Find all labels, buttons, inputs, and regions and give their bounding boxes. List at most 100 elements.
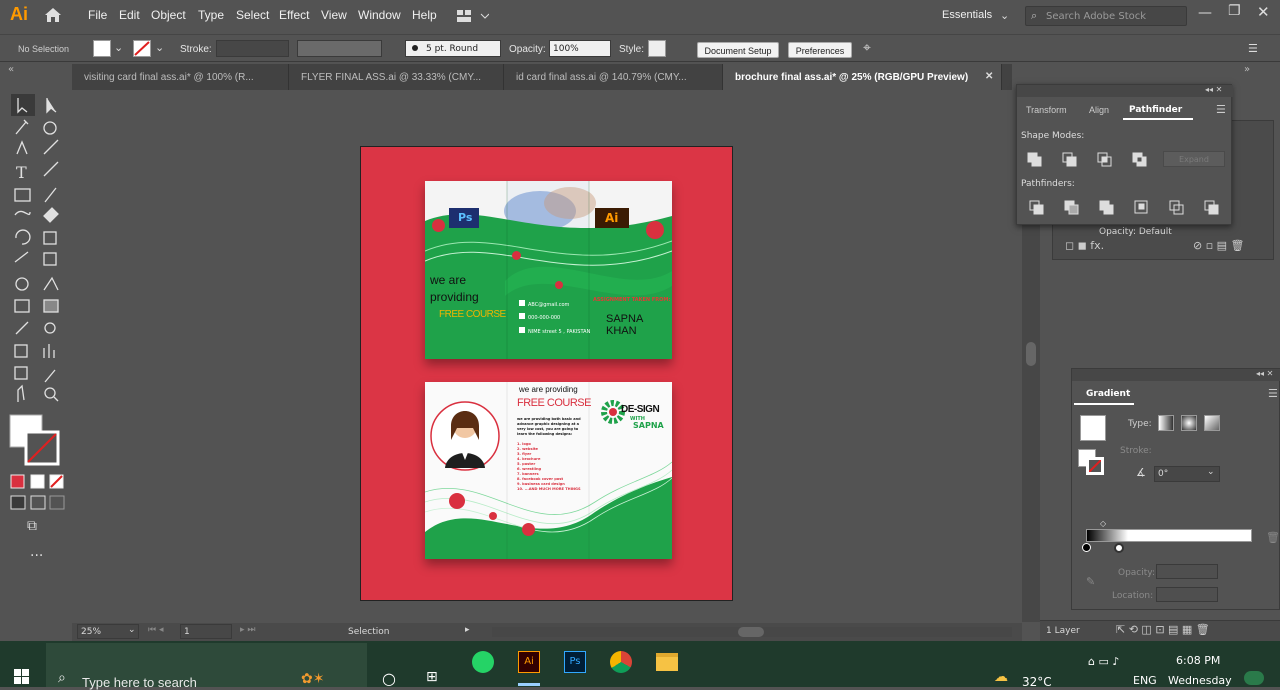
panel-collapse-icon[interactable]: ◂◂ ✕ xyxy=(1256,369,1273,378)
chevron-down-icon[interactable]: ⌄ xyxy=(1000,9,1009,22)
linear-gradient-button[interactable] xyxy=(1158,415,1174,431)
arrange-documents-icon[interactable] xyxy=(457,9,490,23)
tab-visiting-card[interactable]: visiting card final ass.ai* @ 100% (R... xyxy=(72,64,289,90)
more-tools-icon[interactable]: ··· xyxy=(30,548,43,564)
menu-window[interactable]: Window xyxy=(358,8,401,22)
chevron-down-icon[interactable]: ⌄ xyxy=(155,41,164,54)
whatsapp-icon[interactable] xyxy=(472,651,494,673)
tray-icons[interactable]: ⌂ ▭ ♪ xyxy=(1088,655,1119,668)
delete-stop-icon[interactable]: 🗑 xyxy=(1266,531,1280,544)
panel-titlebar[interactable] xyxy=(1072,369,1280,381)
menu-object[interactable]: Object xyxy=(151,8,186,22)
gradient-midpoint[interactable]: ◇ xyxy=(1100,519,1106,528)
contact-address: NIME street 5 , PAKISTAN xyxy=(528,329,591,335)
eyedropper-icon[interactable]: ✎ xyxy=(1086,575,1095,588)
task-view-icon[interactable]: ○ xyxy=(382,669,396,688)
menu-type[interactable]: Type xyxy=(198,8,224,22)
first-artboard-icon[interactable]: ⏮ ◂ xyxy=(148,625,163,635)
artboard[interactable]: Ps Ai we are providing FREE COURSE ABC@g… xyxy=(360,146,733,601)
chevron-down-icon[interactable]: ⌄ xyxy=(114,41,123,54)
stroke-swatch[interactable] xyxy=(133,40,151,57)
menu-select[interactable]: Select xyxy=(236,8,269,22)
gradient-slider[interactable] xyxy=(1086,529,1252,542)
home-icon[interactable] xyxy=(44,7,62,23)
panel-titlebar[interactable] xyxy=(1017,85,1233,97)
radial-gradient-button[interactable] xyxy=(1181,415,1197,431)
close-button[interactable]: ✕ xyxy=(1257,3,1270,21)
illustrator-taskbar-icon[interactable]: Ai xyxy=(518,651,540,673)
language-indicator[interactable]: ENG xyxy=(1133,674,1157,687)
gradient-stop-black[interactable] xyxy=(1082,543,1091,552)
clear-appearance-icon[interactable]: ⊘ ▫ ▤ 🗑 xyxy=(1193,239,1245,252)
variable-width-profile[interactable] xyxy=(297,40,382,57)
maximize-button[interactable]: ❐ xyxy=(1228,3,1241,19)
stroke-weight-stepper[interactable] xyxy=(216,40,289,57)
close-tab-icon[interactable]: ✕ xyxy=(985,71,993,82)
menu-edit[interactable]: Edit xyxy=(119,8,140,22)
scroll-thumb[interactable] xyxy=(1026,342,1036,366)
menu-view[interactable]: View xyxy=(321,8,347,22)
tab-align[interactable]: Align xyxy=(1089,105,1109,115)
stroke-none-swatch[interactable] xyxy=(1086,457,1104,475)
shape-mode-icons[interactable] xyxy=(1027,151,1157,167)
brochure-front[interactable]: Ps Ai we are providing FREE COURSE ABC@g… xyxy=(425,181,672,359)
scroll-thumb[interactable] xyxy=(738,627,764,637)
transform-icon[interactable]: ⌖ xyxy=(863,40,871,56)
horizontal-scrollbar[interactable] xyxy=(492,627,1012,637)
chrome-icon[interactable] xyxy=(610,651,632,673)
fill-swatch[interactable] xyxy=(93,40,111,57)
zoom-select[interactable]: 25% ⌄ xyxy=(77,624,139,639)
panel-menu-icon[interactable]: ☰ xyxy=(1216,103,1226,116)
dock-collapse-icon[interactable]: » xyxy=(1244,64,1250,75)
expand-button[interactable]: Expand xyxy=(1163,151,1225,167)
shape-modes-label: Shape Modes: xyxy=(1021,131,1085,141)
menu-effect[interactable]: Effect xyxy=(279,8,309,22)
minimize-button[interactable]: — xyxy=(1198,5,1212,21)
opacity-input[interactable]: 100% xyxy=(549,40,611,57)
workspace-switcher[interactable]: Essentials xyxy=(942,9,992,21)
stop-location-input[interactable] xyxy=(1156,587,1218,602)
clock-day[interactable]: Wednesday xyxy=(1168,674,1232,687)
angle-input[interactable]: 0° ⌄ xyxy=(1154,466,1220,482)
gradient-stop-white[interactable] xyxy=(1114,543,1124,553)
tab-label: id card final ass.ai @ 140.79% (CMY... xyxy=(516,72,687,83)
preferences-button[interactable]: Preferences xyxy=(788,42,852,58)
next-artboard-icon[interactable]: ▸ ⏭ xyxy=(240,625,255,635)
screen-mode-icon[interactable]: ⧉ xyxy=(27,518,37,534)
freeform-gradient-button[interactable] xyxy=(1204,415,1220,431)
clock-time[interactable]: 6:08 PM xyxy=(1176,654,1220,667)
widgets-icon[interactable]: ⊞ xyxy=(426,669,438,685)
graphic-style-swatch[interactable] xyxy=(648,40,666,57)
layer-action-icons[interactable]: ⇱ ⟲ ◫ ⊡ ▤ ▦ 🗑 xyxy=(1116,623,1210,636)
artboard-number-select[interactable]: 1 xyxy=(180,624,232,639)
tab-brochure[interactable]: brochure final ass.ai* @ 25% (RGB/GPU Pr… xyxy=(723,64,1002,90)
tab-transform[interactable]: Transform xyxy=(1026,105,1067,115)
gradient-preview-swatch[interactable] xyxy=(1080,415,1106,441)
collapse-toolbar-icon[interactable]: « xyxy=(8,64,14,75)
pathfinder-icons[interactable] xyxy=(1029,199,1224,215)
file-explorer-icon[interactable] xyxy=(656,653,678,671)
stroke-label: Stroke: xyxy=(180,44,212,55)
tab-flyer[interactable]: FLYER FINAL ASS.ai @ 33.33% (CMY... xyxy=(289,64,504,90)
windows-start-icon[interactable] xyxy=(14,669,30,688)
appearance-footer-icons[interactable]: ◻ ◼ fx. xyxy=(1065,239,1104,252)
document-setup-button[interactable]: Document Setup xyxy=(697,42,779,58)
stop-opacity-input[interactable] xyxy=(1156,564,1218,579)
panel-menu-icon[interactable]: ☰ xyxy=(1248,42,1258,55)
stock-search-input[interactable]: ⌕ Search Adobe Stock xyxy=(1025,6,1187,26)
brush-definition[interactable]: 5 pt. Round xyxy=(405,40,501,57)
menu-help[interactable]: Help xyxy=(412,8,437,22)
panel-menu-icon[interactable]: ☰ xyxy=(1268,387,1278,400)
status-menu-icon[interactable]: ▸ xyxy=(465,625,470,635)
menu-file[interactable]: File xyxy=(88,8,107,22)
tab-gradient[interactable]: Gradient xyxy=(1074,383,1134,405)
tab-pathfinder[interactable]: Pathfinder xyxy=(1123,98,1193,120)
tab-id-card[interactable]: id card final ass.ai @ 140.79% (CMY... xyxy=(504,64,723,90)
notification-icon[interactable] xyxy=(1244,671,1264,685)
panel-collapse-icon[interactable]: ◂◂ ✕ xyxy=(1205,85,1222,94)
brochure-back[interactable]: we are providing FREE COURSE we are prov… xyxy=(425,382,672,559)
taskbar-search-box[interactable]: ⌕ Type here to search ✿✶ xyxy=(46,643,367,690)
photoshop-taskbar-icon[interactable]: Ps xyxy=(564,651,586,673)
phone-row: 000-000-000 xyxy=(519,313,560,321)
tool-icons[interactable]: T xyxy=(0,90,72,510)
